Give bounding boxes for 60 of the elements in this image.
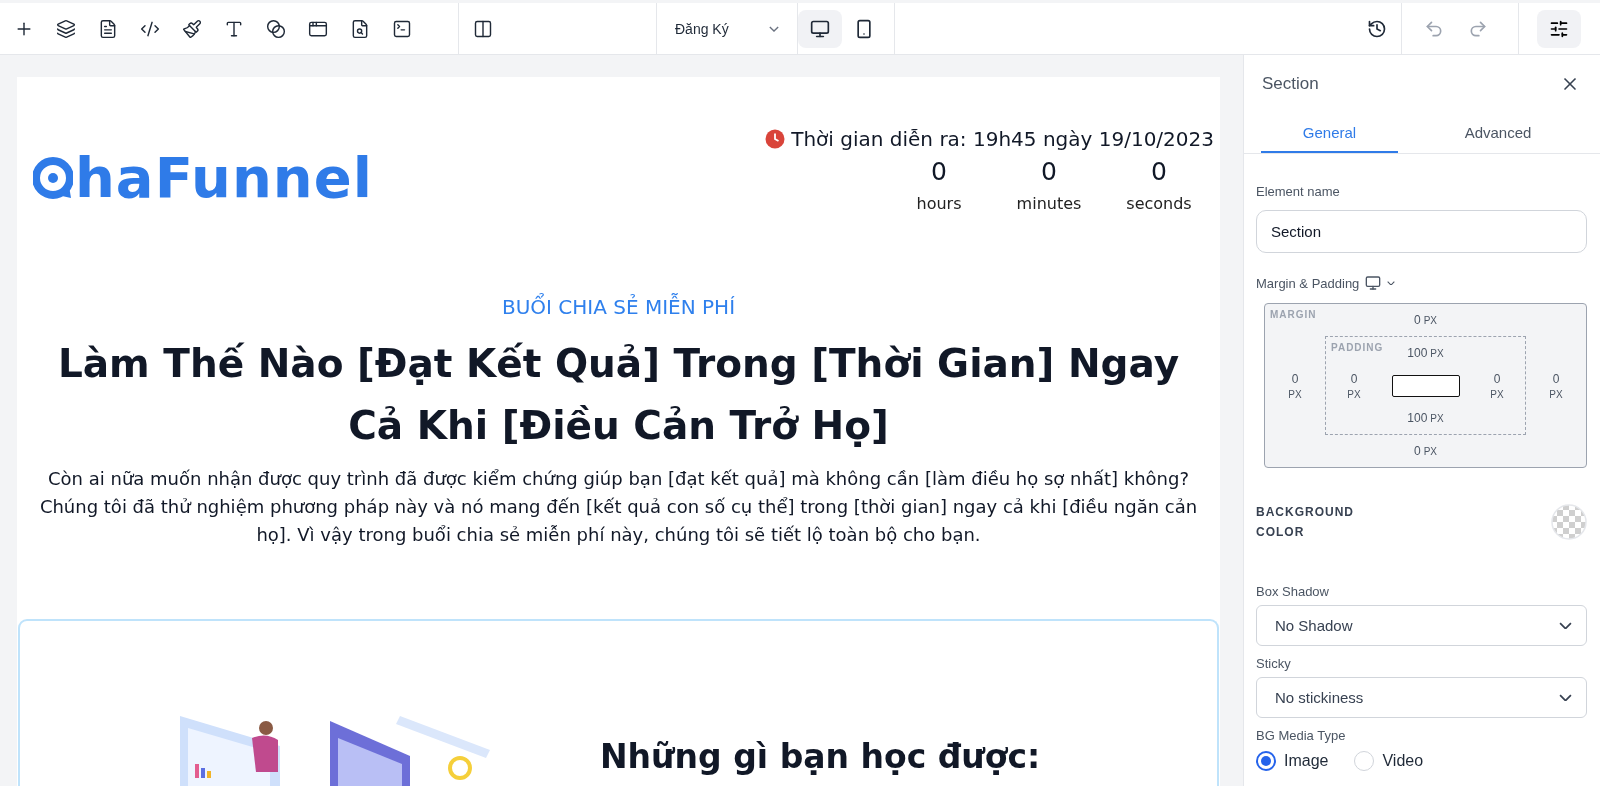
spacing-value[interactable]: 100 PX <box>1407 411 1444 425</box>
spacing-value[interactable]: 0 PX <box>1549 371 1563 400</box>
phone-icon <box>854 18 874 39</box>
countdown-unit: hours <box>916 194 962 213</box>
logo-icon <box>33 156 73 200</box>
media-type-radio[interactable]: Video <box>1354 751 1424 771</box>
countdown-value: 0 <box>1151 157 1167 186</box>
countdown-value: 0 <box>1041 157 1057 186</box>
panel-tab[interactable]: Advanced <box>1398 113 1598 153</box>
panel-title: Section <box>1262 74 1319 94</box>
history-icon[interactable] <box>1367 18 1387 39</box>
spacing-value[interactable]: 0 PX <box>1414 444 1437 458</box>
brush-icon[interactable] <box>182 18 202 39</box>
margin-label: MARGIN <box>1270 309 1317 320</box>
event-time: Thời gian diễn ra: 19h45 ngày 19/10/2023 <box>791 127 1214 151</box>
element-name-input[interactable]: Section <box>1256 210 1587 253</box>
sliders-icon <box>1549 18 1569 39</box>
section-heading: Những gì bạn học được: <box>600 737 1041 776</box>
logo-text: haFunnel <box>75 150 373 206</box>
chevron-icon <box>1387 280 1396 286</box>
chevron-icon <box>1559 693 1572 702</box>
spacing-value[interactable]: 0 PX <box>1414 313 1437 327</box>
layers-icon[interactable] <box>56 18 76 39</box>
intro-paragraph: Còn ai nữa muốn nhận được quy trình đã được kiểm chứng giúp bạn [đạt kết quả] mà không cần [làm điều họ sợ nhất] không? Chúng tôi đã thử nghiệm phương pháp này và nó mang đến [kết quả con số cụ thể] trong [thời gian] ngay cả khi [điều ngăn cản họ]. Vì vậy trong buổi chia sẻ miễn phí này, chúng tôi sẽ tiết lộ toàn bộ cho bạn. <box>38 467 1199 547</box>
media-type-radio[interactable]: Image <box>1256 751 1329 771</box>
box-shadow-select[interactable]: No Shadow <box>1256 605 1587 646</box>
field-label: Box Shadow <box>1256 584 1329 599</box>
countdown-value: 0 <box>931 157 947 186</box>
countdown-unit: seconds <box>1126 194 1192 213</box>
radio-icon[interactable] <box>1256 751 1276 771</box>
field-label: Sticky <box>1256 656 1291 671</box>
field-label: Element name <box>1256 184 1341 199</box>
chevron-icon <box>769 25 779 32</box>
background-color-label: BACKGROUND COLOR <box>1256 504 1355 541</box>
sticky-select[interactable]: No stickiness <box>1256 677 1587 718</box>
color-swatch[interactable] <box>1551 504 1587 540</box>
clock-icon <box>765 129 786 149</box>
monitor-icon[interactable] <box>1365 275 1382 291</box>
chevron-icon <box>1559 621 1572 630</box>
spacing-value[interactable]: 100 PX <box>1407 346 1444 360</box>
desktop-view-button[interactable] <box>798 9 842 48</box>
monitor-icon <box>810 18 830 39</box>
file-search-icon[interactable] <box>350 18 370 39</box>
spacing-value[interactable]: 0 PX <box>1288 371 1302 400</box>
content-box <box>1391 374 1460 397</box>
page-select[interactable]: Đăng Ký <box>671 20 783 37</box>
spacing-value[interactable]: 0 PX <box>1347 371 1361 400</box>
panel-toggle-button[interactable] <box>1537 9 1581 48</box>
page-heading: Làm Thế Nào [Đạt Kết Quả] Trong [Thời Gian] Ngay Cả Khi [Điều Cản Trở Họ] <box>57 340 1180 450</box>
document-icon[interactable] <box>98 18 118 39</box>
spacing-value[interactable]: 0 PX <box>1490 371 1504 400</box>
eyebrow-text: BUỔI CHIA SẺ MIỄN PHÍ <box>501 295 736 319</box>
panel-tab[interactable]: General <box>1261 113 1398 153</box>
columns-icon[interactable] <box>473 18 493 39</box>
field-label: Margin & Padding <box>1256 275 1360 291</box>
terminal-icon[interactable] <box>392 18 412 39</box>
field-label: BG Media Type <box>1256 728 1346 743</box>
countdown-unit: minutes <box>1016 194 1082 213</box>
circles-icon[interactable] <box>266 18 286 39</box>
padding-label: PADDING <box>1331 342 1384 353</box>
